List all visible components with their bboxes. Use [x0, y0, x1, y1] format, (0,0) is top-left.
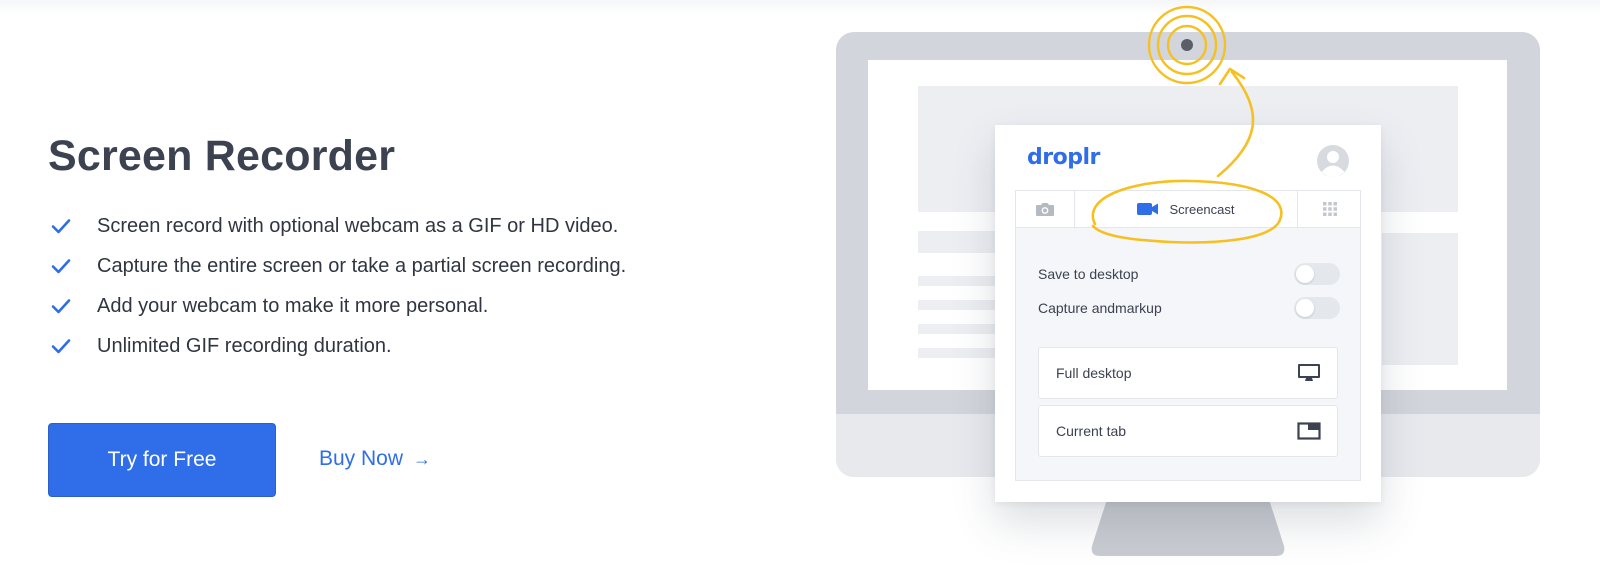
top-fade: [0, 0, 1600, 14]
options-panel: Save to desktop Capture andmarkup Full d…: [1015, 228, 1361, 481]
placeholder-block: [918, 231, 998, 253]
option-row: Capture andmarkup: [1038, 296, 1340, 320]
checkmark-icon: [50, 255, 72, 277]
placeholder-line: [918, 300, 998, 310]
list-item: Add your webcam to make it more personal…: [50, 286, 626, 326]
grid-icon: [1322, 202, 1337, 216]
list-item: Unlimited GIF recording duration.: [50, 326, 626, 366]
card-label: Current tab: [1056, 423, 1127, 439]
arrow-right-icon: →: [413, 448, 432, 469]
placeholder-line: [918, 348, 998, 358]
buy-now-label: Buy Now: [319, 447, 404, 470]
buy-now-link[interactable]: Buy Now →: [319, 447, 431, 471]
checkmark-icon: [50, 295, 72, 317]
option-label: Capture andmarkup: [1038, 300, 1162, 316]
checkmark-icon: [50, 215, 72, 237]
placeholder-block: [1382, 233, 1458, 365]
feature-list: Screen record with optional webcam as a …: [50, 206, 626, 366]
tab-screenshot[interactable]: [1016, 191, 1075, 227]
tab-more[interactable]: [1297, 191, 1361, 227]
current-tab-option[interactable]: Current tab: [1038, 405, 1338, 457]
droplr-logo: droplr: [1027, 145, 1100, 170]
page-title: Screen Recorder: [48, 132, 396, 180]
window-tab-icon: [1297, 422, 1321, 440]
capture-markup-toggle[interactable]: [1294, 297, 1340, 319]
feature-text: Add your webcam to make it more personal…: [97, 294, 489, 317]
camera-icon: [1036, 203, 1054, 216]
feature-text: Screen record with optional webcam as a …: [97, 214, 619, 237]
option-row: Save to desktop: [1038, 262, 1340, 286]
avatar-icon[interactable]: [1316, 144, 1350, 178]
feature-text: Capture the entire screen or take a part…: [97, 254, 627, 277]
placeholder-line: [918, 276, 998, 286]
app-popup: droplr Screencast Save to desktop Captur…: [995, 125, 1381, 502]
placeholder-line: [918, 324, 998, 334]
tab-screencast-label: Screencast: [1169, 201, 1235, 217]
video-camera-icon: [1137, 203, 1159, 215]
monitor-icon: [1298, 364, 1320, 381]
option-label: Save to desktop: [1038, 266, 1139, 282]
tab-screencast[interactable]: Screencast: [1075, 191, 1297, 227]
save-to-desktop-toggle[interactable]: [1294, 263, 1340, 285]
list-item: Screen record with optional webcam as a …: [50, 206, 626, 246]
card-label: Full desktop: [1056, 365, 1132, 381]
feature-text: Unlimited GIF recording duration.: [97, 334, 392, 357]
capture-tabbar: Screencast: [1015, 190, 1361, 228]
try-for-free-button[interactable]: Try for Free: [48, 423, 276, 497]
checkmark-icon: [50, 335, 72, 357]
full-desktop-option[interactable]: Full desktop: [1038, 347, 1338, 399]
list-item: Capture the entire screen or take a part…: [50, 246, 626, 286]
